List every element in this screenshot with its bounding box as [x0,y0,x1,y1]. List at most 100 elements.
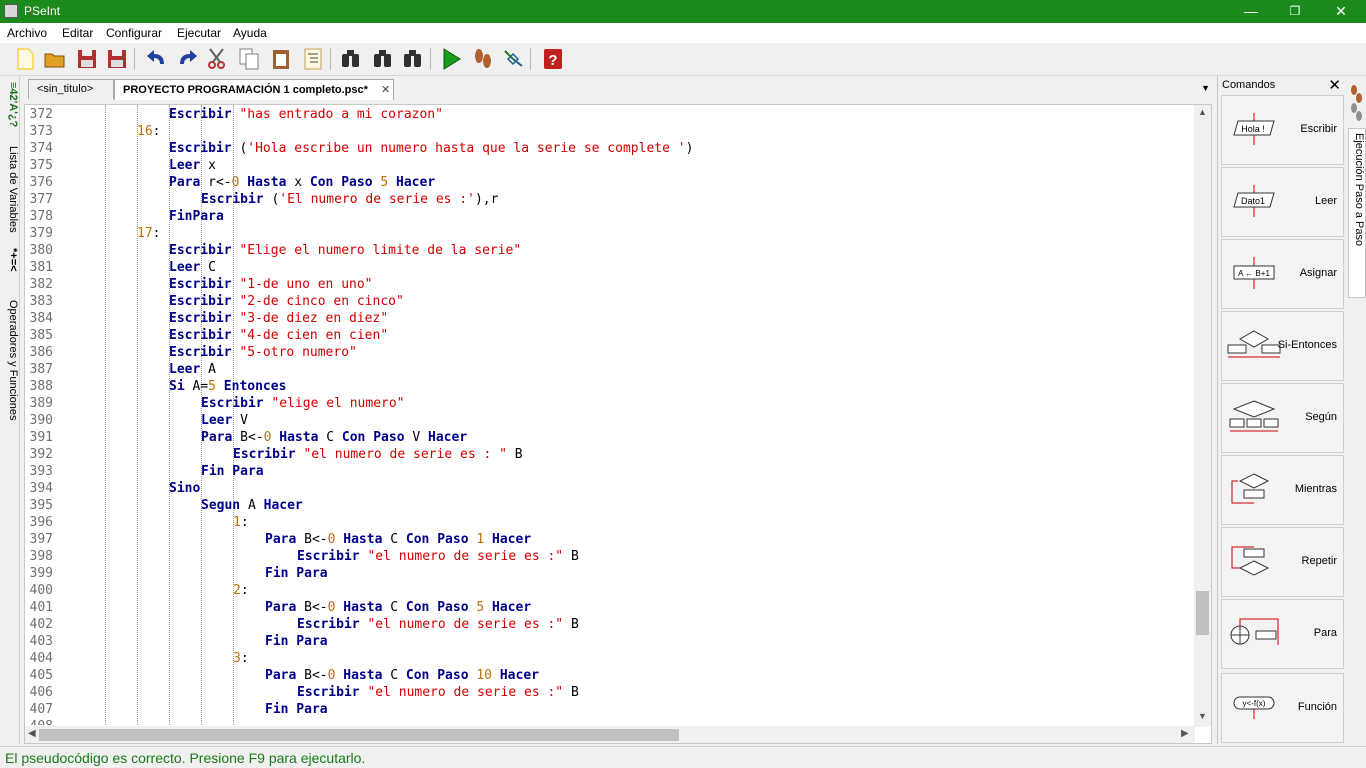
code-line[interactable]: 374 Escribir ('Hola escribe un numero has… [25,140,1195,157]
open-folder-icon[interactable] [42,46,68,72]
command-funcion-button[interactable]: y<-f(x) Función [1221,673,1344,743]
code-area[interactable]: 372 Escribir "has entrado a mi corazon" 37… [25,105,1195,725]
code-text: Fin Para [265,633,328,650]
code-line[interactable]: 392 Escribir "el numero de serie es : " B [25,446,1195,463]
scroll-up-icon[interactable]: ▲ [1194,107,1211,117]
menu-editar[interactable]: Editar [62,26,93,40]
menu-archivo[interactable]: Archivo [7,26,47,40]
svg-text:Hola !: Hola ! [1241,124,1265,134]
code-line[interactable]: 385 Escribir "4-de cien en cien" [25,327,1195,344]
undo-icon[interactable] [144,46,170,72]
keyword-token: Escribir [233,447,304,462]
code-line[interactable]: 402 Escribir "el numero de serie es :" B [25,616,1195,633]
code-line[interactable]: 401 Para B<-0 Hasta C Con Paso 5 Hacer [25,599,1195,616]
code-text: Escribir "Elige el numero limite de la s… [169,242,521,259]
help-icon[interactable]: ? [540,46,566,72]
keyword-token: Escribir [201,396,272,411]
code-line[interactable]: 400 2: [25,582,1195,599]
command-leer-button[interactable]: Dato1 Leer [1221,167,1344,237]
copy-icon[interactable] [236,46,262,72]
code-line[interactable]: 397 Para B<-0 Hasta C Con Paso 1 Hacer [25,531,1195,548]
code-token: C [390,600,399,615]
code-line[interactable]: 376 Para r<-0 Hasta x Con Paso 5 Hacer [25,174,1195,191]
code-line[interactable]: 406 Escribir "el numero de serie es :" B [25,684,1195,701]
close-commands-icon[interactable]: ✕ [1328,76,1341,94]
line-number: 406 [29,685,53,700]
step-by-step-icon[interactable] [470,46,496,72]
code-line[interactable]: 386 Escribir "5-otro numero" [25,344,1195,361]
code-line[interactable]: 408 [25,718,1195,725]
save-as-icon[interactable] [104,46,130,72]
code-line[interactable]: 383 Escribir "2-de cinco en cinco" [25,293,1195,310]
run-icon[interactable] [438,46,464,72]
command-para-button[interactable]: Para [1221,599,1344,669]
operators-functions-tab[interactable]: Operadores y Funciones [1,300,19,420]
find-icon[interactable] [338,46,364,72]
menu-ejecutar[interactable]: Ejecutar [177,26,221,40]
close-window-button[interactable]: ✕ [1318,0,1364,23]
code-editor[interactable]: 372 Escribir "has entrado a mi corazon" 37… [24,104,1212,744]
redo-icon[interactable] [174,46,200,72]
code-line[interactable]: 387 Leer A [25,361,1195,378]
code-line[interactable]: 375 Leer x [25,157,1195,174]
draw-flowchart-icon[interactable] [500,46,526,72]
new-file-icon[interactable] [12,46,38,72]
code-line[interactable]: 393 Fin Para [25,463,1195,480]
variables-list-tab[interactable]: Lista de Variables [1,146,19,233]
code-line[interactable]: 384 Escribir "3-de diez en diez" [25,310,1195,327]
code-line[interactable]: 405 Para B<-0 Hasta C Con Paso 10 Hacer [25,667,1195,684]
scroll-right-icon[interactable]: ▶ [1181,728,1189,739]
horizontal-scroll-thumb[interactable] [39,729,679,741]
code-line[interactable]: 380 Escribir "Elige el numero limite de l… [25,242,1195,259]
code-line[interactable]: 404 3: [25,650,1195,667]
command-repetir-button[interactable]: Repetir [1221,527,1344,597]
tab-list-dropdown-icon[interactable]: ▼ [1201,83,1210,93]
command-segun-button[interactable]: Según [1221,383,1344,453]
code-line[interactable]: 372 Escribir "has entrado a mi corazon" [25,106,1195,123]
code-line[interactable]: 399 Fin Para [25,565,1195,582]
command-si-entonces-button[interactable]: Si-Entonces [1221,311,1344,381]
vertical-scrollbar[interactable]: ▲ ▼ [1194,105,1211,727]
toolbar-separator [430,48,431,70]
cut-icon[interactable] [204,46,230,72]
code-line[interactable]: 382 Escribir "1-de uno en uno" [25,276,1195,293]
maximize-button[interactable]: ❐ [1272,0,1318,23]
code-line[interactable]: 373 16: [25,123,1195,140]
scroll-down-icon[interactable]: ▼ [1194,711,1211,721]
close-tab-icon[interactable]: ✕ [381,84,390,96]
menu-configurar[interactable]: Configurar [106,26,162,40]
tab-sin-titulo[interactable]: <sin_titulo> [28,79,114,99]
code-line[interactable]: 389 Escribir "elige el numero" [25,395,1195,412]
code-line[interactable]: 388 Si A=5 Entonces [25,378,1195,395]
code-line[interactable]: 394 Sino [25,480,1195,497]
step-by-step-tab[interactable]: Ejecución Paso a Paso [1348,128,1366,298]
scroll-left-icon[interactable]: ◀ [28,728,36,739]
vertical-scroll-thumb[interactable] [1196,591,1209,635]
format-code-icon[interactable] [300,46,326,72]
code-line[interactable]: 391 Para B<-0 Hasta C Con Paso V Hacer [25,429,1195,446]
code-line[interactable]: 390 Leer V [25,412,1195,429]
variables-tab-glyphs[interactable]: ≡42'A'¿? [1,82,19,127]
horizontal-scrollbar[interactable]: ◀ ▶ [25,726,1195,743]
code-line[interactable]: 378 FinPara [25,208,1195,225]
save-icon[interactable] [74,46,100,72]
command-asignar-button[interactable]: A ← B+1 Asignar [1221,239,1344,309]
operators-tab-glyphs[interactable]: *+=< [1,248,19,272]
code-line[interactable]: 396 1: [25,514,1195,531]
code-line[interactable]: 381 Leer C [25,259,1195,276]
find-previous-icon[interactable] [370,46,396,72]
code-line[interactable]: 403 Fin Para [25,633,1195,650]
code-line[interactable]: 379 17: [25,225,1195,242]
command-mientras-button[interactable]: Mientras [1221,455,1344,525]
code-line[interactable]: 407 Fin Para [25,701,1195,718]
command-escribir-button[interactable]: Hola ! Escribir [1221,95,1344,165]
code-line[interactable]: 398 Escribir "el numero de serie es :" B [25,548,1195,565]
find-next-icon[interactable] [400,46,426,72]
menu-ayuda[interactable]: Ayuda [233,26,267,40]
minimize-button[interactable]: — [1228,0,1274,23]
paste-icon[interactable] [268,46,294,72]
code-token: : [152,226,161,241]
code-line[interactable]: 377 Escribir ('El numero de serie es :'),… [25,191,1195,208]
code-line[interactable]: 395 Segun A Hacer [25,497,1195,514]
tab-proyecto[interactable]: PROYECTO PROGRAMACIÓN 1 completo.psc* ✕ [114,79,394,100]
